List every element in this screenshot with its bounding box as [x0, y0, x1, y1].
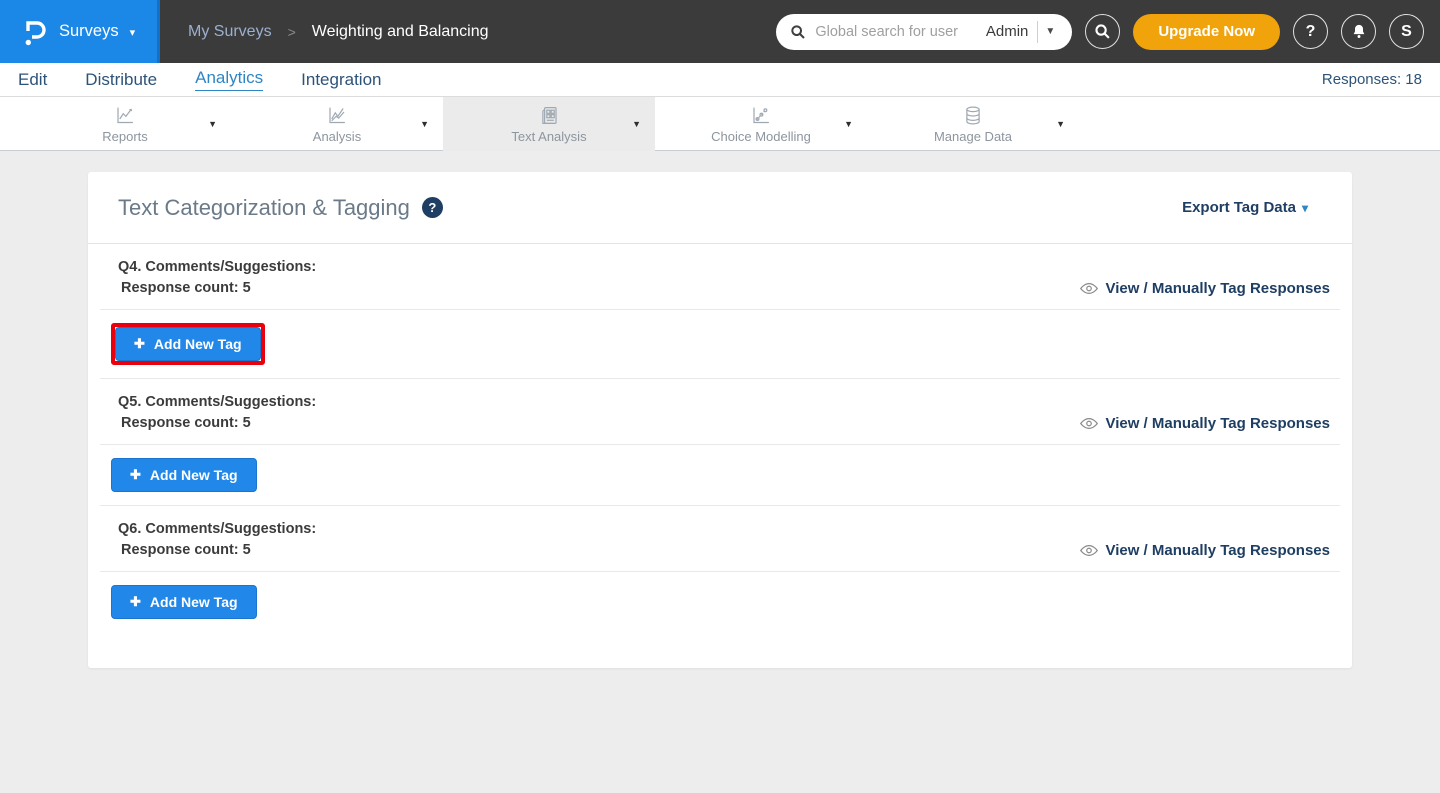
chevron-down-icon[interactable]: ▼: [632, 119, 641, 129]
add-tag-label: Add New Tag: [150, 467, 238, 483]
multi-line-chart-icon: [326, 105, 348, 126]
global-search-input[interactable]: [815, 24, 986, 40]
tab-analysis[interactable]: Analysis ▼: [231, 97, 443, 151]
card-header: Text Categorization & Tagging ? Export T…: [88, 172, 1352, 243]
nav-item-edit[interactable]: Edit: [18, 70, 47, 90]
breadcrumb: My Surveys > Weighting and Balancing: [188, 23, 488, 41]
question-mark-icon: ?: [1306, 23, 1316, 41]
chevron-down-icon[interactable]: ▼: [844, 119, 853, 129]
chevron-down-icon[interactable]: ▼: [208, 119, 217, 129]
add-tag-label: Add New Tag: [150, 594, 238, 610]
nav-item-integration[interactable]: Integration: [301, 70, 381, 90]
tab-label: Text Analysis: [511, 129, 586, 144]
response-count: Response count: 5: [118, 278, 251, 299]
chevron-down-icon[interactable]: ▼: [420, 119, 429, 129]
line-chart-icon: [114, 105, 136, 126]
add-new-tag-button[interactable]: ✚ Add New Tag: [111, 585, 257, 619]
database-icon: [962, 105, 984, 126]
chevron-down-icon: ▾: [1302, 201, 1308, 215]
global-search-bar[interactable]: Admin ▼: [776, 14, 1072, 50]
nav-item-analytics[interactable]: Analytics: [195, 68, 263, 91]
chevron-down-icon: ▾: [130, 26, 136, 39]
brand-product-label: Surveys: [59, 22, 119, 41]
tab-manage-data[interactable]: Manage Data ▼: [867, 97, 1079, 151]
view-manually-tag-link[interactable]: View / Manually Tag Responses: [1080, 280, 1330, 297]
responses-count: Responses: 18: [1322, 71, 1422, 88]
tab-text-analysis[interactable]: Text Analysis ▼: [443, 97, 655, 151]
tab-reports[interactable]: Reports ▼: [19, 97, 231, 151]
response-count: Response count: 5: [118, 413, 251, 434]
header-search-button[interactable]: [1085, 14, 1120, 49]
tab-label: Manage Data: [934, 129, 1012, 144]
add-new-tag-button[interactable]: ✚ Add New Tag: [111, 458, 257, 492]
view-manually-tag-link[interactable]: View / Manually Tag Responses: [1080, 542, 1330, 559]
export-label: Export Tag Data: [1182, 199, 1296, 216]
view-manually-tag-link[interactable]: View / Manually Tag Responses: [1080, 415, 1330, 432]
view-link-label: View / Manually Tag Responses: [1105, 415, 1330, 432]
account-avatar[interactable]: S: [1389, 14, 1424, 49]
chevron-down-icon[interactable]: ▼: [1056, 119, 1065, 129]
tab-choice-modelling[interactable]: Choice Modelling ▼: [655, 97, 867, 151]
plus-icon: ✚: [130, 467, 141, 483]
upgrade-now-button[interactable]: Upgrade Now: [1133, 14, 1280, 50]
scatter-chart-icon: [750, 105, 772, 126]
bell-icon: [1351, 23, 1367, 40]
view-link-label: View / Manually Tag Responses: [1105, 542, 1330, 559]
top-header: Surveys ▾ My Surveys > Weighting and Bal…: [0, 0, 1440, 63]
question-title: Q4. Comments/Suggestions:: [118, 257, 1330, 277]
add-new-tag-button[interactable]: ✚ Add New Tag: [115, 327, 261, 361]
eye-icon: [1080, 282, 1098, 295]
survey-nav: Edit Distribute Analytics Integration Re…: [0, 63, 1440, 97]
document-grid-icon: [538, 105, 560, 126]
view-link-label: View / Manually Tag Responses: [1105, 280, 1330, 297]
plus-icon: ✚: [134, 336, 145, 352]
question-section-q6: Q6. Comments/Suggestions: Response count…: [88, 506, 1352, 632]
help-button[interactable]: ?: [1293, 14, 1328, 49]
question-section-q5: Q5. Comments/Suggestions: Response count…: [88, 379, 1352, 506]
questionpro-logo-icon: [20, 16, 48, 48]
tab-label: Choice Modelling: [711, 129, 811, 144]
search-scope-label: Admin: [986, 23, 1029, 40]
text-tagging-card: Text Categorization & Tagging ? Export T…: [88, 172, 1352, 668]
breadcrumb-my-surveys[interactable]: My Surveys: [188, 23, 272, 41]
question-title: Q6. Comments/Suggestions:: [118, 519, 1330, 539]
question-title: Q5. Comments/Suggestions:: [118, 392, 1330, 412]
tab-label: Analysis: [313, 129, 361, 144]
question-section-q4: Q4. Comments/Suggestions: Response count…: [88, 244, 1352, 379]
avatar-initial: S: [1401, 23, 1412, 41]
page-title: Text Categorization & Tagging: [118, 195, 410, 221]
export-tag-data-dropdown[interactable]: Export Tag Data ▾: [1182, 199, 1308, 216]
response-count: Response count: 5: [118, 540, 251, 561]
search-scope-caret-icon[interactable]: ▼: [1038, 26, 1062, 37]
eye-icon: [1080, 544, 1098, 557]
content-area: Text Categorization & Tagging ? Export T…: [0, 151, 1440, 792]
header-actions: Admin ▼ Upgrade Now ? S: [776, 14, 1424, 50]
breadcrumb-current-survey: Weighting and Balancing: [312, 23, 489, 41]
brand-surveys-menu[interactable]: Surveys ▾: [0, 0, 160, 63]
title-help-icon[interactable]: ?: [422, 197, 443, 218]
plus-icon: ✚: [130, 594, 141, 610]
eye-icon: [1080, 417, 1098, 430]
add-tag-label: Add New Tag: [154, 336, 242, 352]
tab-label: Reports: [102, 129, 148, 144]
notifications-button[interactable]: [1341, 14, 1376, 49]
analytics-tabbar: Reports ▼ Analysis ▼ Text Analysis ▼: [0, 97, 1440, 151]
tutorial-highlight-box: ✚ Add New Tag: [111, 323, 265, 365]
search-icon: [790, 24, 806, 40]
breadcrumb-separator-icon: >: [288, 24, 296, 40]
nav-item-distribute[interactable]: Distribute: [85, 70, 157, 90]
